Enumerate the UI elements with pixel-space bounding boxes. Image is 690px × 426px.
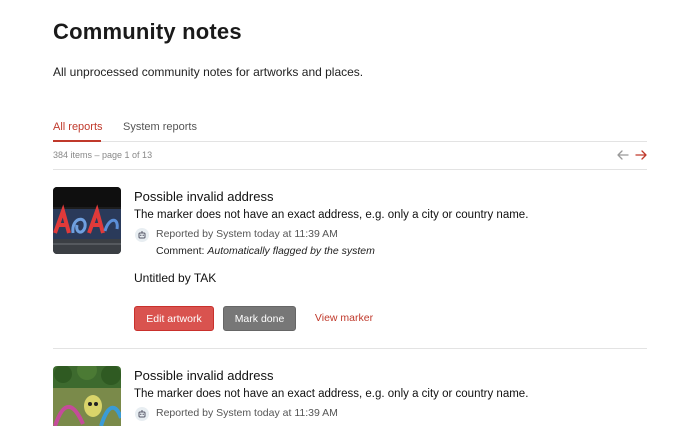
pagination: 384 items – page 1 of 13 bbox=[53, 150, 647, 164]
view-marker-link[interactable]: View marker bbox=[309, 306, 379, 331]
page-title: Community notes bbox=[53, 19, 242, 44]
note-card: Possible invalid address The marker does… bbox=[53, 187, 647, 337]
note-card: Possible invalid address The marker does… bbox=[53, 366, 647, 426]
note-description: The marker does not have an exact addres… bbox=[134, 209, 529, 221]
artwork-thumbnail[interactable] bbox=[53, 187, 121, 254]
artwork-name: Untitled by TAK bbox=[134, 271, 217, 285]
pagination-summary: 384 items – page 1 of 13 bbox=[53, 150, 153, 160]
active-tab-indicator bbox=[53, 140, 101, 142]
robot-icon bbox=[135, 407, 149, 421]
report-tabs: All reports System reports bbox=[53, 117, 647, 142]
mark-done-button[interactable]: Mark done bbox=[223, 306, 296, 331]
comment-label: Comment: bbox=[156, 245, 208, 257]
robot-icon bbox=[135, 228, 149, 242]
divider bbox=[53, 348, 647, 349]
comment-text: Automatically flagged by the system bbox=[207, 245, 375, 257]
tab-all-reports[interactable]: All reports bbox=[53, 121, 103, 133]
note-title: Possible invalid address bbox=[134, 189, 274, 204]
reported-by: Reported by System today at 11:39 AM bbox=[156, 228, 338, 240]
community-notes-page: Community notes All unprocessed communit… bbox=[53, 0, 647, 426]
note-description: The marker does not have an exact addres… bbox=[134, 388, 529, 400]
page-subtitle: All unprocessed community notes for artw… bbox=[53, 65, 364, 79]
divider bbox=[53, 169, 647, 170]
arrow-right-icon[interactable] bbox=[634, 148, 648, 162]
note-comment: Comment: Automatically flagged by the sy… bbox=[156, 245, 375, 257]
arrow-left-icon[interactable] bbox=[616, 148, 630, 162]
note-title: Possible invalid address bbox=[134, 368, 274, 383]
artwork-thumbnail[interactable] bbox=[53, 366, 121, 426]
edit-artwork-button[interactable]: Edit artwork bbox=[134, 306, 214, 331]
tab-system-reports[interactable]: System reports bbox=[123, 121, 197, 133]
reported-by: Reported by System today at 11:39 AM bbox=[156, 407, 338, 419]
